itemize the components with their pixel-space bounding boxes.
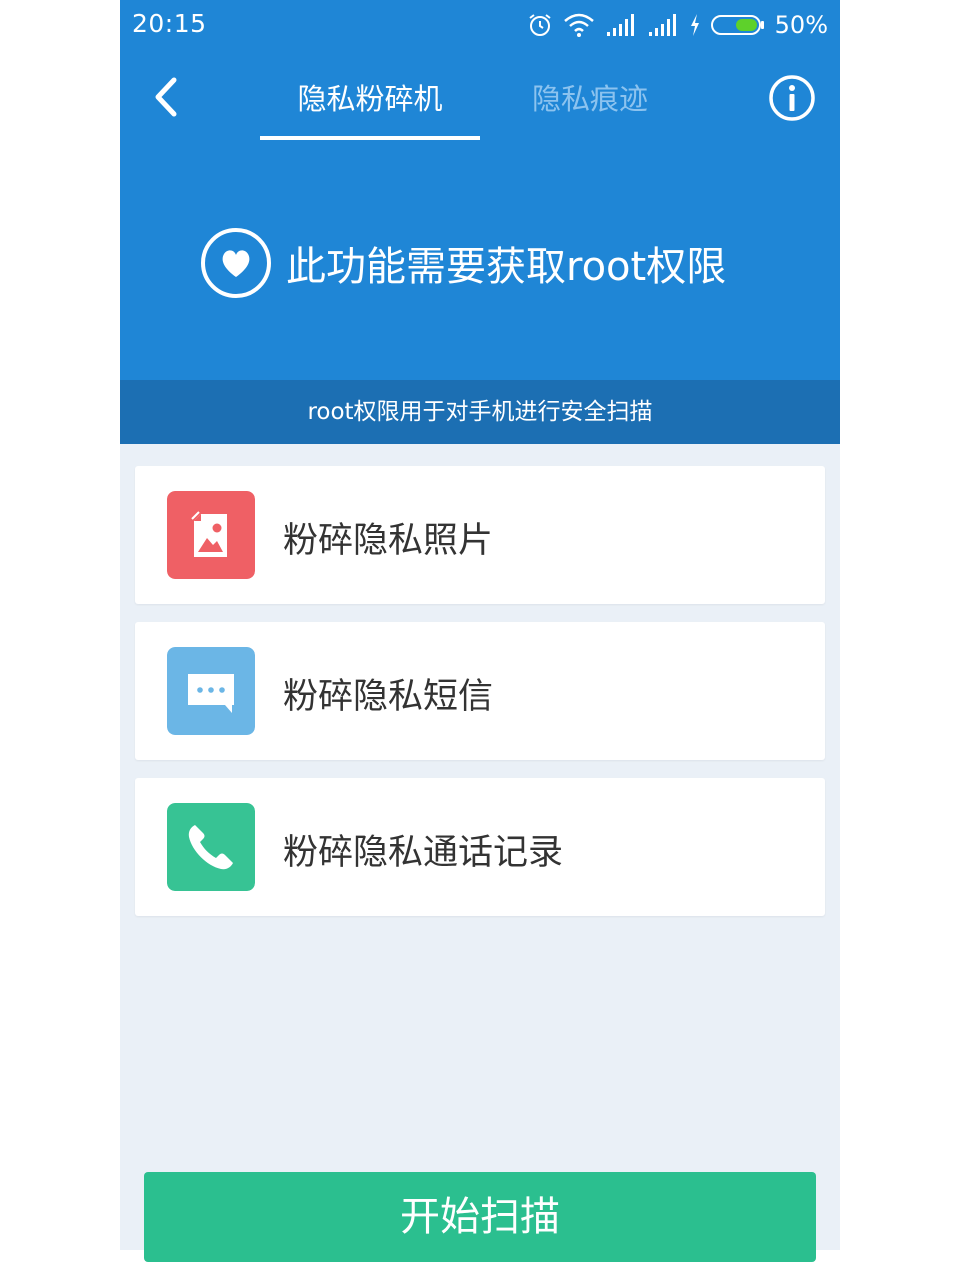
app-screen: 20:15 50% 隐私粉碎机 隐私痕迹 此功能需要获取root权限 root权… xyxy=(120,0,840,1250)
back-button[interactable] xyxy=(142,72,192,122)
nav-bar: 隐私粉碎机 隐私痕迹 xyxy=(120,50,840,150)
root-permission-hero: 此功能需要获取root权限 xyxy=(120,150,840,380)
status-bar: 20:15 50% xyxy=(120,0,840,50)
shred-call-log-label: 粉碎隐私通话记录 xyxy=(283,833,564,873)
status-icons: 50% xyxy=(527,10,828,40)
hero-content: 此功能需要获取root权限 xyxy=(200,225,726,301)
phone-icon xyxy=(167,803,255,891)
active-tab-indicator xyxy=(260,136,480,140)
tab-privacy-traces[interactable]: 隐私痕迹 xyxy=(520,76,660,118)
shred-messages-label: 粉碎隐私短信 xyxy=(283,677,494,717)
battery-icon xyxy=(710,15,764,35)
wifi-icon xyxy=(563,13,594,37)
start-scan-button[interactable]: 开始扫描 xyxy=(144,1172,816,1262)
heart-icon xyxy=(201,228,271,298)
signal-icon xyxy=(648,14,676,36)
root-permission-message: 此功能需要获取root权限 xyxy=(286,244,727,290)
tab-privacy-shredder[interactable]: 隐私粉碎机 xyxy=(260,76,480,118)
root-info-banner: root权限用于对手机进行安全扫描 xyxy=(120,380,840,444)
shred-call-log-item[interactable]: 粉碎隐私通话记录 xyxy=(135,778,825,916)
charging-icon xyxy=(690,14,699,36)
shred-messages-item[interactable]: 粉碎隐私短信 xyxy=(135,622,825,760)
message-icon xyxy=(167,647,255,735)
shred-photos-item[interactable]: 粉碎隐私照片 xyxy=(135,466,825,604)
photo-icon xyxy=(167,491,255,579)
shred-photos-label: 粉碎隐私照片 xyxy=(283,521,494,561)
status-time: 20:15 xyxy=(132,9,207,38)
alarm-icon xyxy=(529,14,551,36)
battery-percentage: 50% xyxy=(774,11,828,39)
info-icon[interactable] xyxy=(768,74,816,122)
signal-icon xyxy=(606,14,634,36)
